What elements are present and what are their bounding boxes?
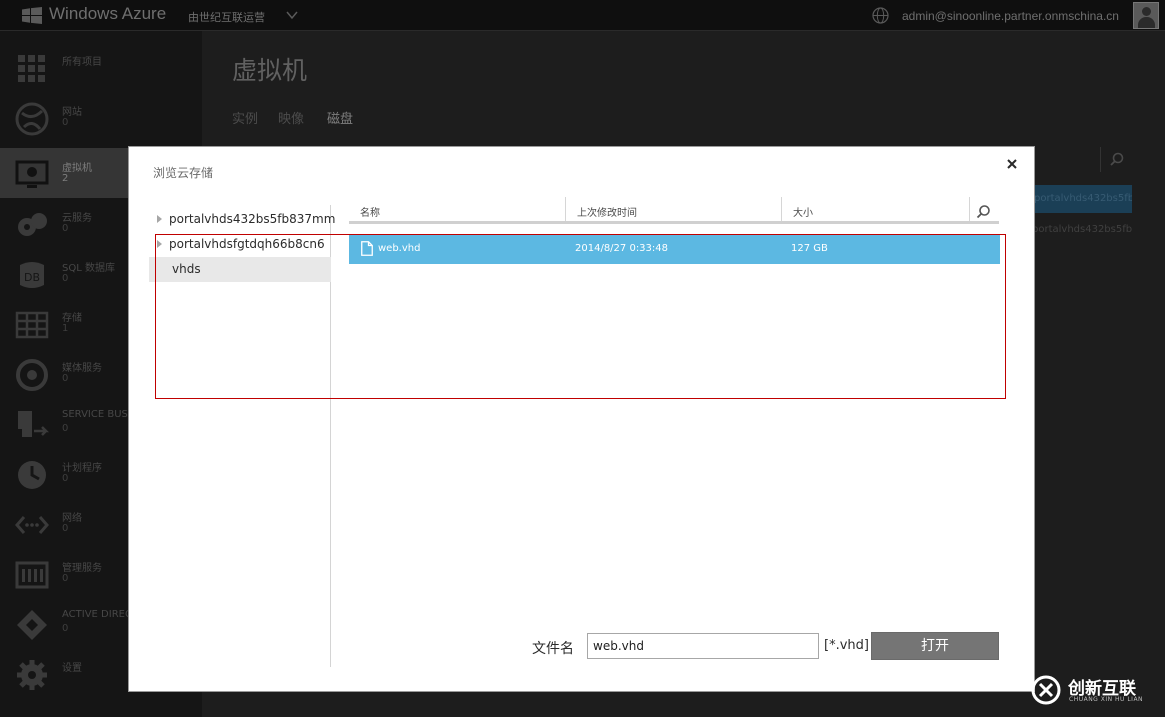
file-row[interactable]: web.vhd 2014/8/27 0:33:48 127 GB bbox=[349, 234, 1000, 264]
sidebar-item-count: 1 bbox=[62, 323, 69, 334]
search-icon[interactable] bbox=[972, 201, 994, 223]
windows-logo-icon bbox=[22, 7, 42, 24]
background-row-text: portalvhds432bs5fb bbox=[1032, 224, 1132, 235]
page-title: 虚拟机 bbox=[232, 56, 308, 85]
sidebar-item-count: 0 bbox=[62, 623, 69, 634]
tree-item-label: portalvhdsfgtdqh66b8cn6 bbox=[169, 237, 325, 251]
tree-item-container[interactable]: portalvhdsfgtdqh66b8cn6 bbox=[149, 232, 331, 257]
open-button[interactable]: 打开 bbox=[871, 632, 999, 660]
sidebar-item-count: 0 bbox=[62, 373, 69, 384]
top-bar: Windows Azure 由世纪互联运营 admin@sinoonline.p… bbox=[0, 0, 1165, 31]
sidebar-item-label: 网络 bbox=[62, 513, 82, 524]
sidebar-item-label: 网站 bbox=[62, 107, 82, 118]
column-header-name[interactable]: 名称 bbox=[349, 201, 566, 224]
sidebar-item-label: 存储 bbox=[62, 313, 82, 324]
sidebar-item-label: 所有项目 bbox=[62, 57, 102, 68]
sidebar-item-label: 设置 bbox=[62, 663, 82, 674]
file-size: 127 GB bbox=[791, 243, 828, 254]
tab-disks[interactable]: 磁盘 bbox=[327, 108, 353, 127]
expand-arrow-icon[interactable] bbox=[157, 240, 162, 248]
column-header-size[interactable]: 大小 bbox=[782, 201, 969, 224]
globe-icon[interactable] bbox=[872, 7, 889, 24]
table-icon bbox=[15, 311, 49, 339]
gear-icon bbox=[18, 213, 47, 236]
sidebar-item-count: 0 bbox=[62, 423, 69, 434]
user-email[interactable]: admin@sinoonline.partner.onmschina.cn bbox=[902, 9, 1119, 23]
watermark-subtext: CHUANG XIN HU LIAN bbox=[1069, 696, 1144, 703]
settings-icon bbox=[17, 660, 47, 690]
management-icon bbox=[15, 561, 49, 589]
column-divider bbox=[969, 197, 970, 221]
brand-title: Windows Azure bbox=[49, 4, 167, 23]
tree-item-label: vhds bbox=[172, 262, 201, 276]
database-icon: DB bbox=[20, 262, 44, 288]
sidebar-item-label: 管理服务 bbox=[62, 563, 102, 574]
search-icon bbox=[1110, 152, 1124, 166]
sidebar-item-count: 2 bbox=[62, 173, 69, 184]
sidebar-item-label: SERVICE BUS bbox=[62, 409, 128, 420]
background-selected-row: portalvhds432bs5fb bbox=[1028, 185, 1132, 213]
watermark: 创新互联 CHUANG XIN HU LIAN bbox=[1030, 670, 1160, 710]
file-modified: 2014/8/27 0:33:48 bbox=[575, 243, 669, 254]
brand-logo-icon bbox=[1031, 675, 1061, 705]
sidebar-item-label: 虚拟机 bbox=[62, 163, 92, 174]
file-icon bbox=[361, 241, 373, 256]
filename-label: 文件名 bbox=[532, 641, 574, 657]
tree-item-container[interactable]: portalvhds432bs5fb837mm bbox=[149, 207, 335, 232]
sidebar-item-label: 计划程序 bbox=[62, 463, 102, 474]
expand-arrow-icon[interactable] bbox=[157, 215, 162, 223]
globe-icon bbox=[15, 102, 49, 136]
subscription-label[interactable]: 由世纪互联运营 bbox=[188, 9, 265, 25]
clock-icon bbox=[18, 461, 46, 489]
media-icon bbox=[16, 359, 48, 391]
monitor-icon bbox=[15, 160, 49, 188]
sidebar-item-label: 云服务 bbox=[62, 213, 92, 224]
container-tree: portalvhds432bs5fb837mm portalvhdsfgtdqh… bbox=[149, 205, 335, 667]
file-list-header: 名称 上次修改时间 大小 bbox=[349, 197, 999, 224]
svg-text:DB: DB bbox=[24, 271, 40, 284]
column-header-modified[interactable]: 上次修改时间 bbox=[566, 201, 782, 224]
sidebar-item-label: 媒体服务 bbox=[62, 363, 102, 374]
chevron-down-icon[interactable] bbox=[286, 9, 298, 21]
sidebar-item-count: 0 bbox=[62, 223, 69, 234]
sidebar-item-count: 0 bbox=[62, 523, 69, 534]
background-search-button[interactable] bbox=[1100, 147, 1132, 172]
grid-icon bbox=[18, 55, 45, 82]
tab-images[interactable]: 映像 bbox=[278, 108, 304, 127]
browse-cloud-storage-dialog: 浏览云存储 portalvhds432bs5fb837mm portalvhds… bbox=[128, 146, 1035, 692]
network-icon bbox=[15, 516, 49, 534]
directory-icon bbox=[17, 610, 47, 640]
tree-item-container[interactable]: vhds bbox=[149, 257, 331, 282]
sidebar-item-websites[interactable]: 网站 0 bbox=[0, 92, 202, 142]
file-type-filter: [*.vhd] bbox=[824, 638, 869, 653]
sidebar-item-count: 0 bbox=[62, 273, 69, 284]
sidebar-item-label: SQL 数据库 bbox=[62, 263, 115, 274]
dialog-title: 浏览云存储 bbox=[153, 166, 214, 180]
sidebar-item-count: 0 bbox=[62, 573, 69, 584]
service-bus-icon bbox=[18, 411, 50, 437]
sidebar-item-count: 0 bbox=[62, 473, 69, 484]
sidebar-item-count: 0 bbox=[62, 117, 69, 128]
tree-item-label: portalvhds432bs5fb837mm bbox=[169, 212, 336, 226]
filename-input[interactable] bbox=[587, 633, 819, 659]
avatar[interactable] bbox=[1133, 2, 1159, 29]
sidebar-item-all-items[interactable]: 所有项目 bbox=[0, 42, 202, 92]
file-name: web.vhd bbox=[378, 243, 421, 254]
tab-instances[interactable]: 实例 bbox=[232, 108, 258, 127]
close-icon[interactable] bbox=[1003, 155, 1021, 173]
